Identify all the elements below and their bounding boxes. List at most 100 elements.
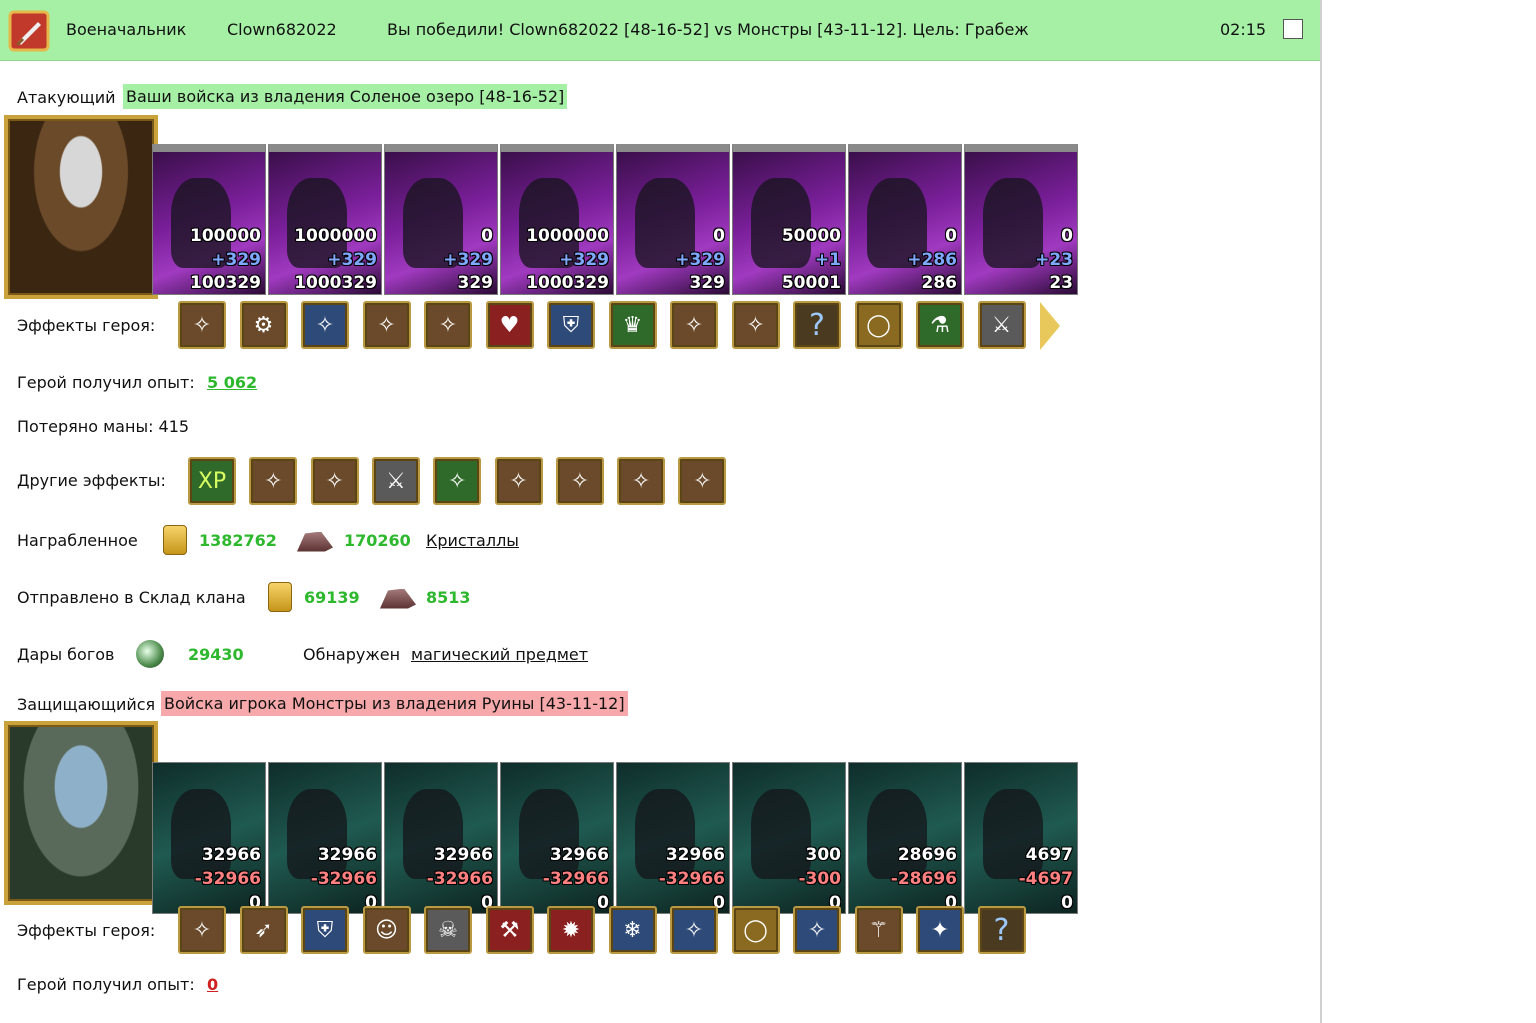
amulet-icon[interactable]: ✧	[731, 301, 780, 349]
mana-lost: Потеряно маны: 415	[17, 417, 190, 436]
sword-icon[interactable]: ⚔	[371, 457, 420, 505]
unit-count-b: -28696	[890, 869, 957, 889]
unit-card[interactable]: 32966 -32966 0	[268, 762, 382, 914]
question-icon[interactable]: ?	[977, 906, 1026, 954]
magic-item-link[interactable]: магический предмет	[411, 645, 588, 664]
unit-card[interactable]: 300 -300 0	[732, 762, 846, 914]
ore-icon	[376, 588, 416, 609]
unit-card[interactable]: 0 +329 329	[616, 144, 730, 295]
unit-card[interactable]: 32966 -32966 0	[152, 762, 266, 914]
unit-count-a: 0	[713, 226, 725, 246]
attacker-hero-portrait[interactable]	[4, 115, 158, 299]
ring-icon[interactable]: ◯	[731, 906, 780, 954]
creature-icon	[867, 789, 927, 879]
unit-count-b: +329	[443, 250, 493, 270]
defender-exp-label: Герой получил опыт:	[17, 975, 195, 994]
unit-count-b: +329	[675, 250, 725, 270]
helmet-icon[interactable]: ✧	[178, 906, 226, 954]
creature-icon	[403, 789, 463, 879]
flame-chest-icon[interactable]: ✧	[424, 301, 472, 349]
gods-label: Дары богов	[17, 645, 115, 664]
creature-icon	[287, 789, 347, 879]
player-name[interactable]: Clown682022	[227, 20, 337, 39]
skull-icon[interactable]: ☠	[424, 906, 472, 954]
crystal-icon[interactable]: ✦	[916, 906, 964, 954]
orb-icon[interactable]: ✧	[301, 301, 349, 349]
unit-count-c: 329	[689, 273, 726, 293]
arrows-icon[interactable]: ➶	[239, 906, 288, 954]
unit-card[interactable]: 0 +329 329	[384, 144, 498, 295]
sword-icon[interactable]: ⚔	[977, 301, 1026, 349]
unit-count-a: 0	[1061, 226, 1073, 246]
shield-icon[interactable]: ⛨	[547, 301, 595, 349]
frost-armor-icon[interactable]: ✧	[670, 906, 718, 954]
unit-count-b: -32966	[426, 869, 493, 889]
crystals-link[interactable]: Кристаллы	[426, 531, 519, 550]
attacker-effects-label: Эффекты героя:	[17, 316, 156, 335]
defender-exp-value[interactable]: 0	[207, 975, 218, 994]
face-icon[interactable]: ☺	[362, 906, 411, 954]
gem-icon	[136, 640, 164, 668]
creature-icon	[983, 178, 1043, 268]
flask-icon[interactable]: ⚗	[916, 301, 964, 349]
unit-count-c: 0	[1061, 893, 1073, 913]
fist-sword-icon[interactable]: ✧	[678, 457, 727, 505]
unit-card[interactable]: 4697 -4697 0	[964, 762, 1078, 914]
armor-icon[interactable]: ✧	[670, 301, 718, 349]
unit-card[interactable]: 28696 -28696 0	[848, 762, 962, 914]
close-checkbox[interactable]	[1283, 19, 1303, 39]
unit-count-a: 50000	[781, 226, 841, 246]
unit-card[interactable]: 1000000 +329 1000329	[500, 144, 614, 295]
gold-icon	[163, 525, 187, 555]
unit-card[interactable]: 0 +286 286	[848, 144, 962, 295]
unit-card[interactable]: 50000 +1 50001	[732, 144, 846, 295]
heart-sword-icon[interactable]: ✧	[555, 457, 604, 505]
gods-value: 29430	[188, 645, 244, 664]
unit-count-a: 32966	[201, 845, 261, 865]
crown-icon[interactable]: ♛	[608, 301, 657, 349]
unit-card[interactable]: 32966 -32966 0	[500, 762, 614, 914]
fist-sword-icon[interactable]: ✧	[249, 457, 298, 505]
green-sword-icon[interactable]: ✧	[433, 457, 482, 505]
cart-icon[interactable]: ✧	[178, 301, 226, 349]
unit-card[interactable]: 32966 -32966 0	[616, 762, 730, 914]
next-arrow-icon[interactable]	[1040, 302, 1060, 350]
defender-label: Защищающийся	[17, 695, 156, 714]
attacker-tag[interactable]: Ваши войска из владения Соленое озеро [4…	[123, 84, 568, 109]
unit-count-c: 1000329	[294, 273, 377, 293]
pickaxe-icon[interactable]: ⚒	[485, 906, 534, 954]
unit-count-a: 28696	[897, 845, 957, 865]
gold-icon	[268, 582, 292, 612]
unit-card[interactable]: 100000 +329 100329	[152, 144, 266, 295]
ice-axe-icon[interactable]: ✧	[793, 906, 841, 954]
clan-ore: 8513	[426, 588, 471, 607]
rank-label: Военачальник	[66, 20, 187, 39]
xp-icon[interactable]: XP	[188, 457, 236, 505]
loot-ore: 170260	[344, 531, 411, 550]
attacker-exp-value[interactable]: 5 062	[207, 373, 257, 392]
staff-icon[interactable]: ⚚	[854, 906, 903, 954]
fist-sword-icon[interactable]: ✧	[617, 457, 666, 505]
heart-icon[interactable]: ♥	[485, 301, 534, 349]
creature-icon	[983, 789, 1043, 879]
loot-label: Награбленное	[17, 531, 138, 550]
creature-icon	[751, 178, 811, 268]
fist-sword-icon[interactable]: ✧	[310, 457, 359, 505]
unit-card[interactable]: 32966 -32966 0	[384, 762, 498, 914]
header-bar: Военачальник Clown682022 Вы победили! Cl…	[0, 0, 1320, 61]
cog-icon[interactable]: ⚙	[239, 301, 288, 349]
shield-icon[interactable]: ⛨	[301, 906, 349, 954]
ice-icon[interactable]: ❄	[608, 906, 657, 954]
question-icon[interactable]: ?	[793, 301, 841, 349]
defender-effects-label: Эффекты героя:	[17, 921, 156, 940]
defender-tag[interactable]: Войска игрока Монстры из владения Руины …	[161, 691, 628, 716]
unit-card[interactable]: 1000000 +329 1000329	[268, 144, 382, 295]
fire-icon[interactable]: ✹	[547, 906, 595, 954]
defender-hero-portrait[interactable]	[4, 721, 158, 905]
unit-count-c: 23	[1049, 273, 1073, 293]
ring-icon[interactable]: ◯	[854, 301, 903, 349]
unit-card[interactable]: 0 +23 23	[964, 144, 1078, 295]
chest-icon[interactable]: ✧	[362, 301, 411, 349]
unit-count-a: 32966	[665, 845, 725, 865]
scroll-icon[interactable]: ✧	[494, 457, 543, 505]
